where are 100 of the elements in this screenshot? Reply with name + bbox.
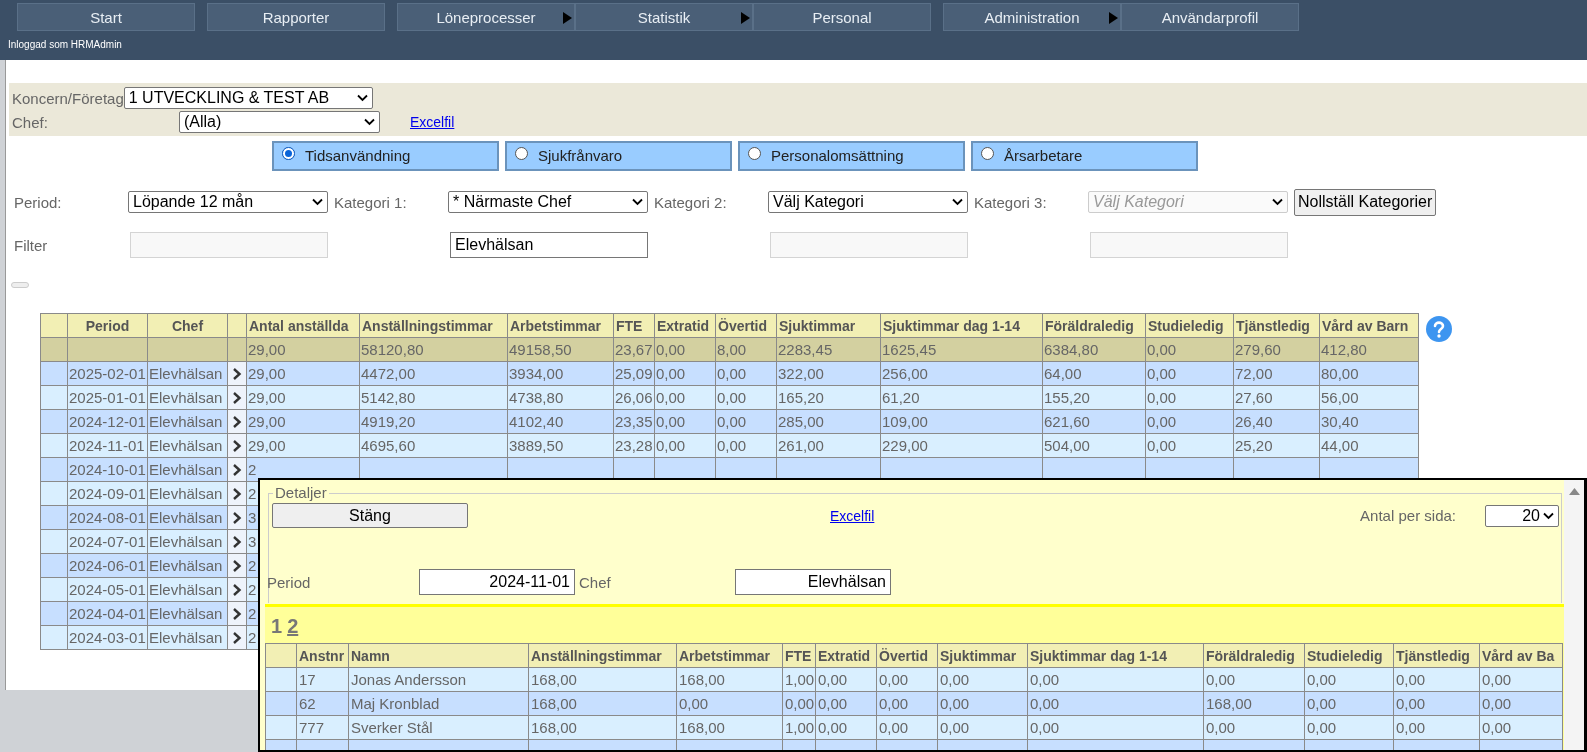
chevron-icon: [312, 198, 323, 206]
close-button[interactable]: Stäng: [272, 503, 468, 528]
table-cell: 168,00: [528, 715, 677, 740]
period-label: Period:: [14, 193, 63, 211]
scrollbar[interactable]: [1564, 480, 1584, 750]
chevron-right-icon[interactable]: [231, 439, 243, 452]
table-cell: 0,00: [937, 691, 1028, 716]
chevron-right-icon[interactable]: [231, 415, 243, 428]
period-select[interactable]: Löpande 12 mån: [128, 191, 328, 213]
table-cell: 0,00: [1027, 691, 1204, 716]
help-icon[interactable]: [1426, 316, 1452, 342]
table-cell: 322,00: [776, 361, 881, 386]
table-cell: 0,00: [1203, 715, 1305, 740]
nav-menu-item[interactable]: Personal: [753, 3, 931, 31]
table-cell: 4738,80: [507, 385, 614, 410]
category-select[interactable]: * Närmaste Chef: [448, 191, 648, 213]
table-cell: 168,00: [528, 667, 677, 692]
reset-categories-button[interactable]: Nollställ Kategorier: [1294, 188, 1437, 216]
table-cell: 29,00: [246, 409, 360, 434]
column-header: Arbetstimmar: [676, 643, 783, 668]
table-cell: 44,00: [1319, 433, 1419, 458]
table-cell: 0,00: [1304, 715, 1394, 740]
table-cell: 0,00: [937, 715, 1028, 740]
column-header: Föräldraledig: [1203, 643, 1305, 668]
nav-menu-item[interactable]: Statistik: [575, 3, 753, 31]
radio-button[interactable]: [282, 147, 295, 160]
period-field[interactable]: 2024-11-01: [419, 569, 575, 595]
column-header: Chef: [147, 313, 228, 338]
report-type-option[interactable]: Sjukfrånvaro: [505, 141, 732, 171]
per-page-label: Antal per sida:: [1360, 507, 1456, 524]
report-type-option[interactable]: Tidsanvändning: [272, 141, 499, 171]
chevron-right-icon[interactable]: [231, 535, 243, 548]
radio-button[interactable]: [981, 147, 994, 160]
column-header: Namn: [348, 643, 529, 668]
table-cell: 168,00: [528, 691, 677, 716]
table-cell: 80,00: [1319, 361, 1419, 386]
nav-menu-item[interactable]: Administration: [943, 3, 1121, 31]
total-cell: 2283,45: [776, 337, 881, 362]
table-cell: 285,00: [776, 409, 881, 434]
radio-button[interactable]: [515, 147, 528, 160]
table-cell: 30,40: [1319, 409, 1419, 434]
column-header: Övertid: [715, 313, 777, 338]
table-cell: 0,00: [1145, 433, 1234, 458]
chevron-right-icon[interactable]: [231, 583, 243, 596]
table-cell: 56,00: [1319, 385, 1419, 410]
report-type-option[interactable]: Årsarbetare: [971, 141, 1198, 171]
column-header: Sjuktimmar dag 1-14: [880, 313, 1043, 338]
table-cell: 109,00: [880, 409, 1043, 434]
table-cell: 165,20: [776, 385, 881, 410]
filter-field[interactable]: Elevhälsan: [450, 232, 648, 258]
nav-menu-item[interactable]: Start: [17, 3, 195, 31]
total-cell: 279,60: [1233, 337, 1320, 362]
report-type-option[interactable]: Personalomsättning: [738, 141, 965, 171]
total-cell: 58120,80: [359, 337, 508, 362]
table-cell: 0,00: [1393, 667, 1480, 692]
nav-menu-item[interactable]: Rapporter: [207, 3, 385, 31]
column-header: Övertid: [876, 643, 938, 668]
column-header: Sjuktimmar dag 1-14: [1027, 643, 1204, 668]
table-cell: 0,00: [1393, 691, 1480, 716]
company-label: Koncern/Företag: [11, 89, 124, 107]
table-cell: 29,00: [246, 433, 360, 458]
excel-link[interactable]: Excelfil: [830, 507, 875, 524]
column-header: FTE: [782, 643, 816, 668]
per-page-select[interactable]: 20: [1485, 504, 1559, 527]
nav-menu-item[interactable]: Användarprofil: [1121, 3, 1299, 31]
table-cell: 0,00: [1027, 667, 1204, 692]
category-label: Kategori 1:: [334, 193, 408, 211]
table-cell: 0,00: [1393, 715, 1480, 740]
company-select[interactable]: 1 UTVECKLING & TEST AB: [123, 87, 373, 109]
chevron-right-icon[interactable]: [231, 367, 243, 380]
chevron-right-icon[interactable]: [231, 487, 243, 500]
table-cell: 27,60: [1233, 385, 1320, 410]
chevron-right-icon[interactable]: [231, 511, 243, 524]
table-cell: 61,20: [880, 385, 1043, 410]
column-header: Anställningstimmar: [528, 643, 677, 668]
chevron-right-icon[interactable]: [231, 463, 243, 476]
chevron-right-icon[interactable]: [231, 559, 243, 572]
column-header: Studieledig: [1304, 643, 1394, 668]
excel-link[interactable]: Excelfil: [410, 114, 455, 130]
table-cell: 0,00: [1203, 667, 1305, 692]
total-cell: 0,00: [1145, 337, 1234, 362]
category-select[interactable]: Välj Kategori: [768, 191, 968, 213]
chevron-right-icon[interactable]: [231, 607, 243, 620]
table-cell: 168,00: [676, 667, 783, 692]
table-cell: 229,00: [880, 433, 1043, 458]
chef-select[interactable]: (Alla): [179, 111, 380, 133]
toggle-button[interactable]: [11, 282, 29, 288]
chevron-right-icon[interactable]: [231, 631, 243, 644]
table-cell: 5142,80: [359, 385, 508, 410]
chef-field[interactable]: Elevhälsan: [735, 569, 891, 595]
table-cell: 0,00: [1304, 667, 1394, 692]
radio-button[interactable]: [748, 147, 761, 160]
nav-menu-item[interactable]: Löneprocesser: [397, 3, 575, 31]
chevron-right-icon[interactable]: [231, 391, 243, 404]
table-cell: 4102,40: [507, 409, 614, 434]
table-cell: 0,00: [1145, 361, 1234, 386]
table-cell: 0,00: [1145, 385, 1234, 410]
fieldset-legend: Detaljer: [273, 484, 329, 501]
column-header: Föräldraledig: [1042, 313, 1146, 338]
table-cell: 504,00: [1042, 433, 1146, 458]
